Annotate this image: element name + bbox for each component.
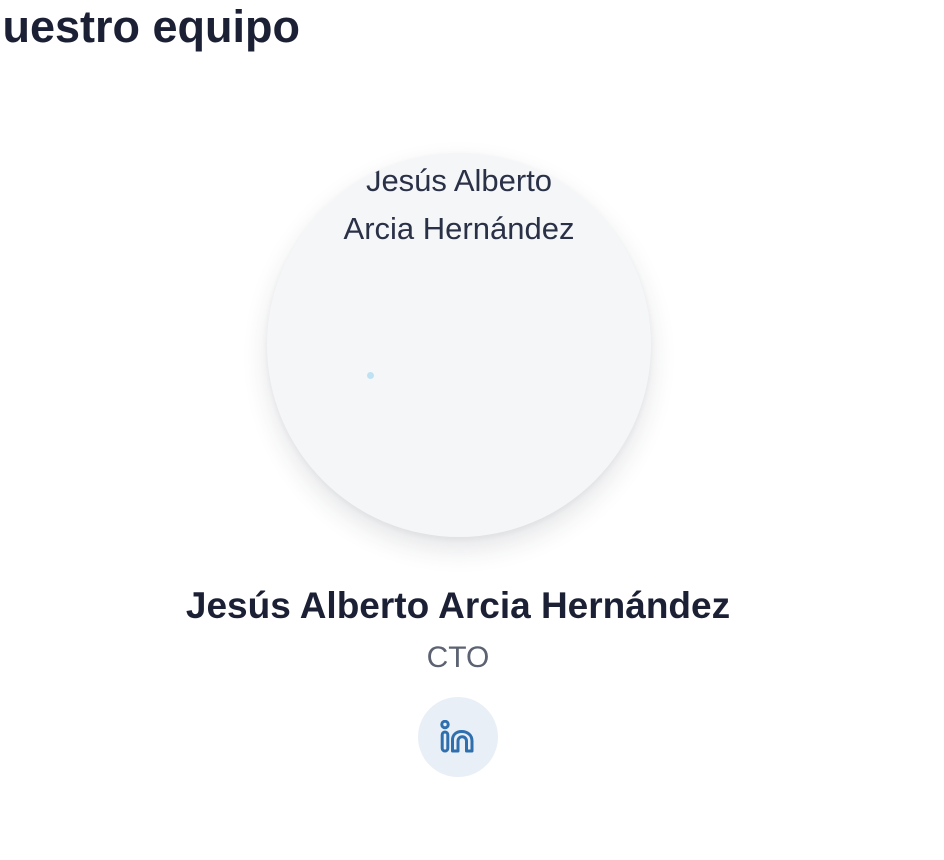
linkedin-button[interactable] — [418, 697, 498, 777]
member-name: Jesús Alberto Arcia Hernández — [185, 585, 731, 626]
member-photo: Jesús Alberto Arcia Hernández — [267, 153, 651, 537]
loading-dot-icon — [367, 372, 374, 379]
team-section-page: Nuestro equipo Jesús Alberto Arcia Herná… — [0, 0, 944, 860]
member-role: CTO — [426, 641, 490, 674]
linkedin-icon — [440, 720, 474, 753]
team-member-card: Jesús Alberto Arcia Hernández Jesús Albe… — [0, 0, 944, 860]
member-photo-alt-text: Jesús Alberto Arcia Hernández — [343, 163, 575, 246]
